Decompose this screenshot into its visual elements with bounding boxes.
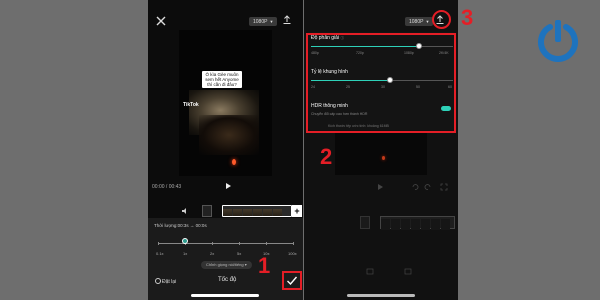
undo-icon [412,184,419,190]
playback-bar: 00:00 / 00:43 [152,182,300,192]
toolbar-icon [366,268,374,275]
close-icon[interactable] [155,15,167,27]
pitch-toggle[interactable]: Chỉnh giọng nói/tiếng ▾ [201,261,252,269]
left-phone-screen: 1080P ▼ Ô kìa Gèe muôn sem hết Anyome thì… [148,0,303,300]
tiktok-watermark: TikTok [183,102,199,108]
speed-slider[interactable] [158,242,294,245]
toolbar-icon [404,268,412,275]
home-indicator [347,294,415,297]
speed-mark: 100x [288,251,297,256]
time-total: 00:43 [168,184,182,190]
resolution-label: 1080P [409,19,424,25]
video-preview-dimmed [335,133,427,175]
fullscreen-icon [440,183,448,191]
duration-label: Thời lượng:00:3s → 00:0s [154,223,207,228]
candle-light [232,159,236,165]
video-caption: Ô kìa Gèe muôn sem hết Anyome thì cần đi… [202,71,242,88]
brand-logo-icon [538,20,578,62]
volume-icon[interactable] [181,207,189,215]
speed-mark: 5x [237,251,242,256]
toolbar-item [400,268,416,276]
time-current: 00:00 [152,184,165,190]
reset-button[interactable]: Đặt lại [155,278,176,285]
timeline-track-dimmed [380,216,455,230]
annotation-box-settings [306,33,456,133]
home-indicator [191,294,259,297]
resolution-dropdown[interactable]: 1080P ▼ [249,17,278,26]
video-preview[interactable]: Ô kìa Gèe muôn sem hết Anyome thì cần đi… [179,30,272,176]
reset-label: Đặt lại [162,279,177,285]
export-icon[interactable] [281,14,293,26]
speed-panel: Thời lượng:00:3s → 00:0s 0.1x 1x 2x 5x 1… [148,218,303,300]
toolbar-item [362,268,378,276]
redo-icon [424,184,431,190]
video-clip[interactable] [222,205,292,217]
resolution-dropdown[interactable]: 1080P ▼ [405,17,434,26]
timeline-track[interactable]: + [148,205,303,217]
add-clip-button[interactable]: + [292,205,302,217]
annotation-step-1: 1 [258,253,271,278]
speed-mark: 0.1x [156,251,164,256]
speed-title: Tốc độ [218,277,237,283]
play-icon [378,184,383,190]
checkmark-icon[interactable] [286,275,298,286]
annotation-step-3: 3 [461,5,474,30]
cover-thumbnail [360,216,370,229]
annotation-circle-export [432,10,451,29]
annotation-step-2: 2 [320,144,333,169]
speed-mark: 2x [210,251,215,256]
reset-radio-icon [155,278,161,284]
speed-mark: 1x [183,251,188,256]
speed-slider-knob[interactable] [182,238,188,244]
cover-thumbnail[interactable] [202,205,212,217]
play-icon[interactable] [224,182,232,190]
resolution-label: 1080P [253,19,268,25]
